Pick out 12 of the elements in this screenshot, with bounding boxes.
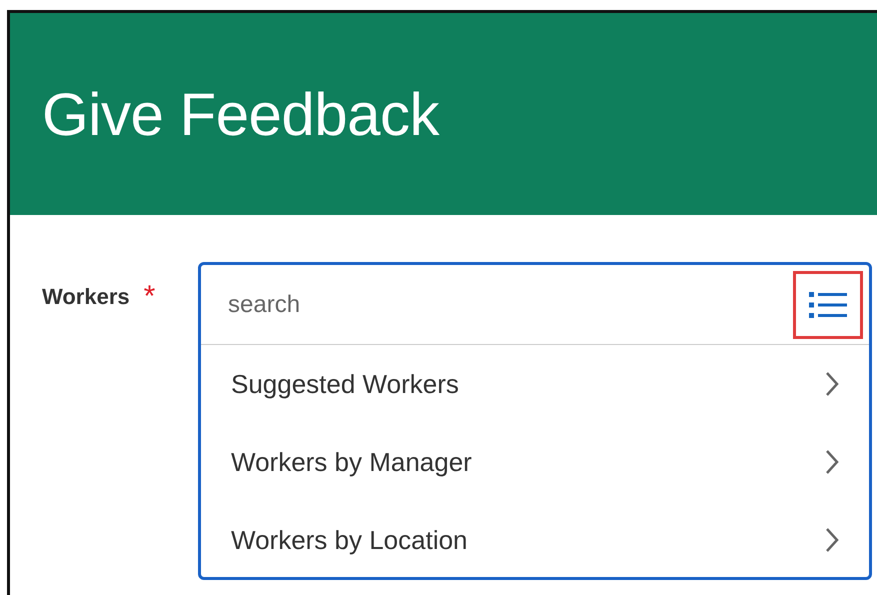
field-label: Workers <box>42 284 130 310</box>
list-button[interactable] <box>793 270 863 338</box>
chevron-right-icon <box>825 449 839 475</box>
required-mark: * <box>144 284 156 310</box>
search-field[interactable]: search <box>226 290 793 320</box>
chevron-right-icon <box>825 371 839 397</box>
menu-item[interactable]: Suggested Workers <box>201 345 869 423</box>
page-title: Give Feedback <box>42 80 440 148</box>
menu-item[interactable]: Workers by Manager <box>201 423 869 501</box>
menu-item[interactable]: Workers by Location <box>201 501 869 579</box>
list-icon <box>809 290 847 318</box>
chevron-right-icon <box>825 527 839 553</box>
